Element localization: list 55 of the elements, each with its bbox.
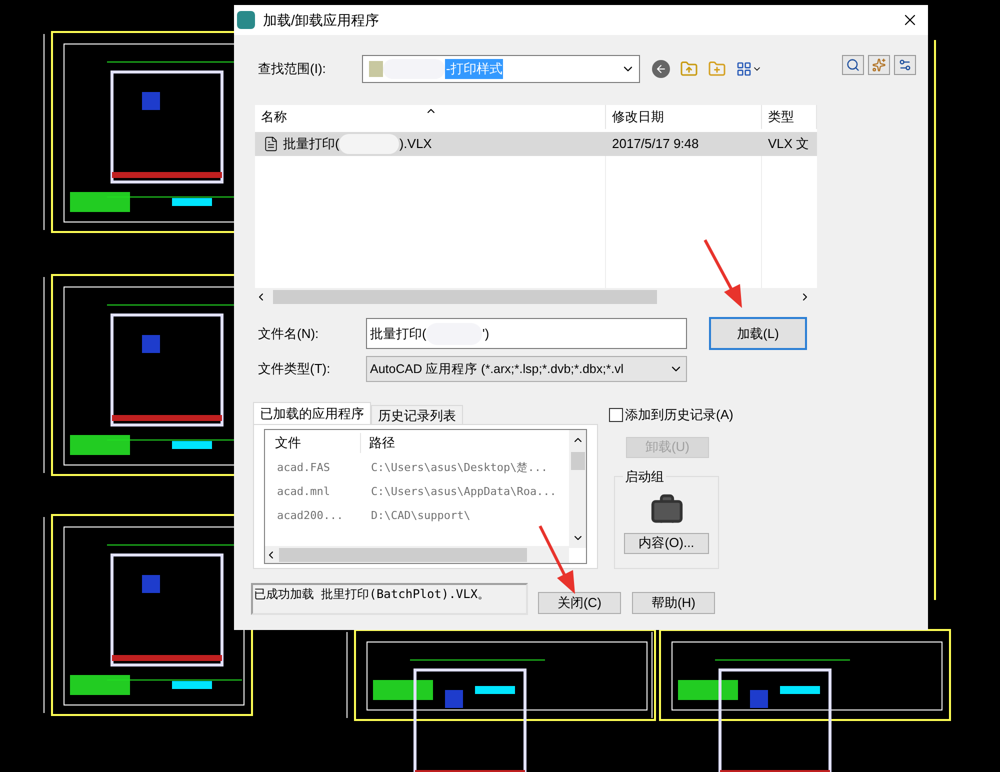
window-title: 加载/卸载应用程序: [263, 10, 379, 30]
help-button[interactable]: 帮助(H): [632, 592, 715, 614]
file-name-field[interactable]: 批量打印( '): [366, 318, 687, 349]
vertical-scrollbar[interactable]: [569, 430, 586, 548]
tab[interactable]: 历史记录列表: [371, 405, 463, 424]
column-header[interactable]: 名称: [255, 105, 606, 129]
folder-icon: [369, 61, 383, 77]
app-path: C:\Users\asus\AppData\Roa...: [370, 484, 556, 500]
file-type-label: 文件类型(T):: [258, 360, 332, 378]
load-button[interactable]: 加载(L): [709, 317, 807, 350]
scroll-thumb[interactable]: [273, 290, 657, 304]
look-in-label: 查找范围(I):: [258, 60, 327, 78]
look-in-value: -打印样式: [445, 59, 504, 79]
history-checkbox[interactable]: 添加到历史记录(A): [609, 405, 734, 424]
file-name-label: 文件名(N):: [258, 324, 320, 343]
modified-date: 2017/5/17 9:48: [611, 135, 700, 154]
app-icon: [237, 11, 255, 29]
grid-icon: [736, 61, 752, 77]
folder-up-icon[interactable]: [680, 60, 698, 78]
search-icon: [846, 58, 860, 72]
file-name-value: '): [482, 324, 490, 343]
new-folder-icon[interactable]: [708, 60, 726, 78]
view-menu-button[interactable]: [736, 61, 762, 77]
back-arrow-icon: [655, 63, 667, 75]
sparkle-button[interactable]: [868, 55, 890, 75]
contents-button[interactable]: 内容(O)...: [624, 532, 709, 554]
file-type: VLX 文: [767, 135, 810, 154]
close-button[interactable]: 关闭(C): [538, 592, 621, 614]
back-button[interactable]: [652, 60, 670, 78]
file-icon: [263, 136, 279, 152]
tab[interactable]: 已加载的应用程序: [253, 402, 371, 424]
redaction-block: [339, 134, 400, 154]
scroll-thumb[interactable]: [570, 452, 584, 470]
settings-icon: [898, 58, 912, 72]
app-file: acad.FAS: [276, 460, 331, 476]
status-field: 已成功加载 批里打印(BatchPlot).VLX。: [251, 583, 528, 615]
column-header[interactable]: 路径: [361, 433, 395, 453]
redaction-block: [383, 59, 445, 79]
sparkle-icon: [872, 58, 886, 72]
horizontal-scrollbar[interactable]: [265, 546, 569, 563]
file-type-select[interactable]: AutoCAD 应用程序 (*.arx;*.lsp;*.dvb;*.dbx;*.vl: [366, 356, 687, 382]
app-path: D:\CAD\support\: [370, 508, 470, 524]
column-header[interactable]: 修改日期: [606, 105, 762, 129]
file-name: ).VLX: [399, 135, 432, 154]
file-name: 批量打印(: [283, 135, 340, 154]
search-button[interactable]: [842, 55, 864, 75]
app-file: acad.mnl: [276, 484, 331, 500]
file-row[interactable]: 批量打印( ).VLX 2017/5/17 9:48 VLX 文: [255, 132, 817, 156]
column-header[interactable]: 文件: [265, 433, 361, 453]
app-file: acad200...: [276, 508, 344, 524]
tools-button[interactable]: [894, 55, 916, 75]
app-path: C:\Users\asus\Desktop\楚...: [370, 460, 548, 476]
file-name-value: 批量打印(: [370, 324, 426, 343]
scroll-thumb[interactable]: [279, 548, 527, 562]
column-header[interactable]: 类型: [762, 105, 817, 129]
